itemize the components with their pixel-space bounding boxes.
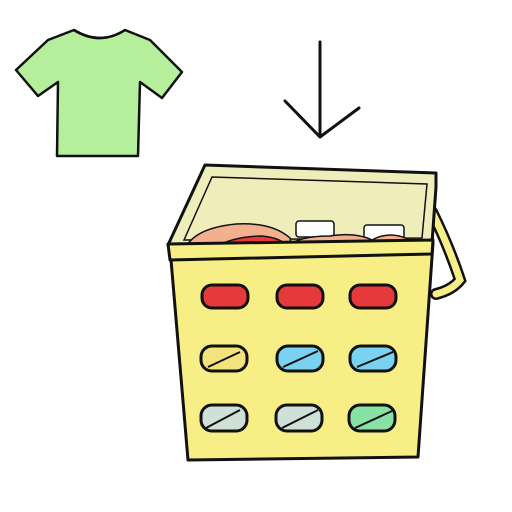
laundry-basket-icon	[166, 163, 467, 462]
basket-holes	[199, 283, 398, 433]
t-shirt-icon	[14, 28, 184, 158]
illustration-canvas	[0, 0, 512, 512]
arrow-down-icon	[283, 40, 361, 139]
laundry-scene	[14, 28, 467, 462]
